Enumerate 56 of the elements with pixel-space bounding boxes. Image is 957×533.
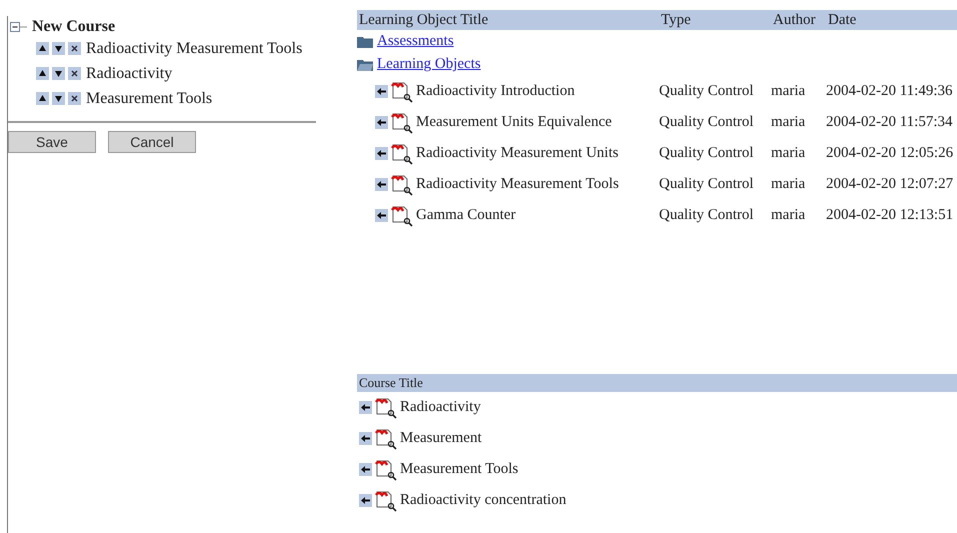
move-up-icon[interactable] (36, 42, 49, 55)
course-item-label: Radioactivity Measurement Tools (86, 40, 302, 58)
column-header: Type (660, 12, 692, 28)
cancel-button[interactable]: Cancel (108, 131, 196, 153)
document-search-icon (390, 80, 414, 102)
course-item-label: Radioactivity (86, 64, 172, 82)
author-cell-text: maria (771, 176, 806, 193)
move-up-icon[interactable] (36, 67, 49, 80)
date-cell-text: 2004-02-20 11:57:34 (826, 114, 954, 131)
column-header: Date (827, 12, 858, 28)
remove-icon[interactable] (68, 42, 81, 55)
remove-icon[interactable] (68, 92, 81, 105)
column-header: Learning Object Title (358, 12, 490, 28)
remove-icon[interactable] (68, 67, 81, 80)
object-title: Radioactivity Measurement Units (416, 145, 618, 162)
course-row-title: Measurement (400, 430, 482, 447)
author-cell-text: maria (771, 114, 806, 131)
folder-link[interactable]: Learning Objects (377, 56, 481, 73)
document-search-icon (390, 204, 414, 226)
date-cell-text: 2004-02-20 11:49:36 (826, 83, 954, 100)
document-search-icon (374, 428, 398, 450)
object-title: Radioactivity Measurement Tools (416, 176, 619, 193)
object-title: Radioactivity Introduction (416, 83, 575, 100)
date-cell-text: 2004-02-20 12:07:27 (826, 176, 954, 193)
author-cell-text: maria (771, 145, 806, 162)
document-search-icon (390, 112, 414, 134)
author-cell-text: maria (771, 207, 806, 224)
course-row-title: Radioactivity (400, 399, 481, 416)
object-title: Gamma Counter (416, 207, 516, 224)
document-search-icon (390, 174, 414, 196)
course-row-title: Measurement Tools (400, 461, 518, 478)
document-search-icon (374, 490, 398, 512)
save-button[interactable]: Save (8, 131, 96, 153)
course-item-label: Measurement Tools (86, 90, 212, 108)
document-search-icon (374, 396, 398, 418)
move-down-icon[interactable] (52, 67, 65, 80)
object-title: Measurement Units Equivalence (416, 114, 612, 131)
document-search-icon (374, 458, 398, 480)
author-cell-text: maria (771, 83, 806, 100)
move-down-icon[interactable] (52, 92, 65, 105)
type-cell-text: Quality Control (659, 207, 755, 224)
document-search-icon (390, 142, 414, 164)
course-title: New Course (32, 18, 116, 36)
column-header: Author (772, 12, 816, 28)
type-cell-text: Quality Control (659, 145, 755, 162)
date-cell-text: 2004-02-20 12:05:26 (826, 145, 954, 162)
type-cell-text: Quality Control (659, 83, 755, 100)
collapse-icon[interactable] (10, 22, 28, 32)
folder-link[interactable]: Assessments (377, 33, 454, 50)
move-down-icon[interactable] (52, 42, 65, 55)
move-up-icon[interactable] (36, 92, 49, 105)
course-row-title: Radioactivity concentration (400, 492, 566, 509)
type-cell-text: Quality Control (659, 176, 755, 193)
type-cell-text: Quality Control (659, 114, 755, 131)
date-cell-text: 2004-02-20 12:13:51 (826, 207, 954, 224)
column-header: Course Title (358, 375, 424, 391)
